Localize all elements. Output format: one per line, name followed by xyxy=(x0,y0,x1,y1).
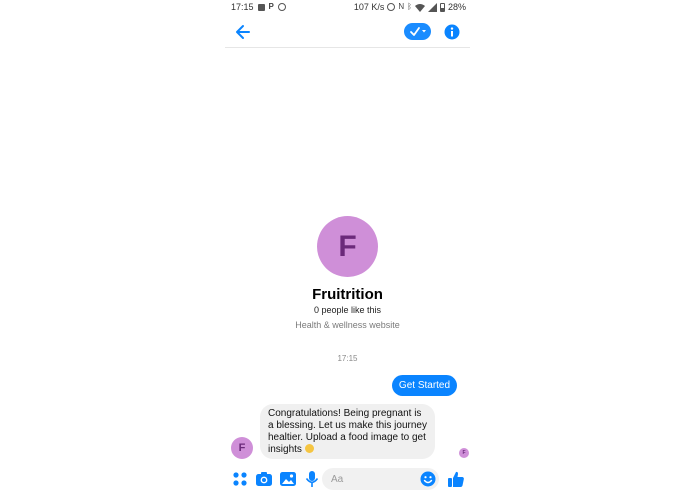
message-composer xyxy=(225,464,470,494)
check-dropdown-button[interactable] xyxy=(404,23,431,40)
bot-message-text: Congratulations! Being pregnant is a ble… xyxy=(268,408,427,455)
microphone-icon[interactable] xyxy=(303,470,321,488)
page-avatar[interactable]: F xyxy=(317,216,378,277)
gallery-icon[interactable] xyxy=(279,470,297,488)
image-icon xyxy=(257,3,265,11)
message-timestamp: 17:15 xyxy=(337,354,358,363)
battery-level: 28% xyxy=(447,2,466,12)
status-right: 107 K/s N ᛒ 28% xyxy=(354,2,466,12)
status-time: 17:15 xyxy=(231,2,254,12)
user-message-bubble[interactable]: Get Started xyxy=(392,375,457,396)
apps-icon[interactable] xyxy=(231,470,249,488)
info-icon[interactable] xyxy=(444,24,460,40)
bluetooth-icon: ᛒ xyxy=(407,2,412,11)
battery-icon xyxy=(439,2,445,12)
wifi-icon xyxy=(414,3,425,12)
alarm-icon xyxy=(387,3,396,11)
thumbs-up-icon[interactable] xyxy=(447,470,465,488)
page-likes: 0 people like this xyxy=(313,305,382,315)
bot-avatar[interactable]: F xyxy=(231,437,253,459)
camera-icon[interactable] xyxy=(255,470,273,488)
page-name: Fruitrition xyxy=(312,286,383,303)
p-app-icon: P xyxy=(268,2,274,11)
check-dropdown-icon xyxy=(410,27,426,36)
messenger-screen: 17:15 P 107 K/s N ᛒ 28% F Fruitrition 0 … xyxy=(225,0,470,494)
bot-message-bubble[interactable]: Congratulations! Being pregnant is a ble… xyxy=(260,404,435,459)
status-left: 17:15 P xyxy=(231,2,286,12)
signal-icon xyxy=(427,2,437,12)
network-speed: 107 K/s xyxy=(353,2,385,12)
arrow-left-icon[interactable] xyxy=(233,22,253,42)
emoji-icon[interactable] xyxy=(420,471,436,487)
nfc-icon: N xyxy=(398,2,405,11)
smile-emoji-icon xyxy=(304,444,314,453)
page-category: Health & wellness website xyxy=(295,320,400,330)
status-bar: 17:15 P 107 K/s N ᛒ 28% xyxy=(225,0,470,16)
seen-indicator-avatar: F xyxy=(459,448,469,458)
chat-header xyxy=(225,16,470,48)
messenger-icon xyxy=(277,3,286,11)
